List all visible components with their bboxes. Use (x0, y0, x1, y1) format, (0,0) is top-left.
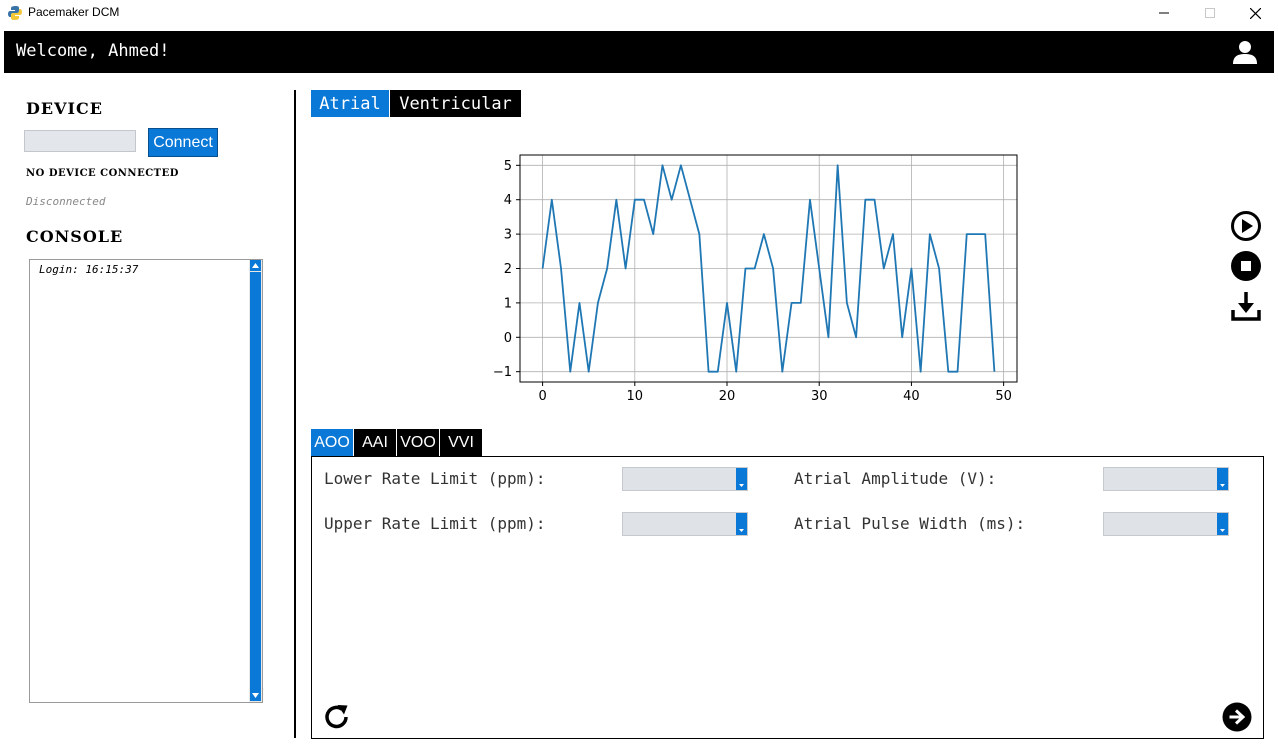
minimize-icon (1159, 12, 1169, 14)
window-titlebar: Pacemaker DCM (0, 0, 1278, 26)
y-tick-label: 1 (504, 296, 512, 311)
console-log[interactable] (29, 259, 263, 703)
y-tick-label: −1 (493, 365, 512, 380)
maximize-button[interactable] (1187, 0, 1233, 26)
x-tick-label: 30 (811, 389, 828, 404)
y-tick-label: 2 (504, 262, 512, 277)
x-tick-label: 0 (538, 389, 546, 404)
maximize-icon (1205, 8, 1215, 18)
chevron-down-icon (252, 693, 259, 698)
connection-status: Disconnected (26, 195, 106, 208)
chevron-up-icon (252, 263, 259, 268)
parameters-panel (311, 456, 1264, 739)
tab-aai[interactable]: AAI (354, 429, 396, 456)
atrial-pulse-width-label: Atrial Pulse Width (ms): (794, 514, 1026, 533)
scrollbar-thumb[interactable] (250, 272, 261, 690)
refresh-icon[interactable] (322, 702, 352, 732)
scroll-up-button[interactable] (250, 260, 261, 271)
lower-rate-label: Lower Rate Limit (ppm): (324, 469, 546, 488)
close-button[interactable] (1232, 0, 1278, 26)
atrial-pulse-width-select[interactable] (1103, 512, 1229, 536)
chevron-down-icon (1220, 484, 1225, 487)
chevron-down-icon (1220, 529, 1225, 532)
user-icon[interactable] (1232, 39, 1258, 65)
x-tick-label: 10 (627, 389, 644, 404)
console-line: Login: 16:15:37 (39, 263, 139, 276)
atrial-amplitude-select[interactable] (1103, 467, 1229, 491)
download-icon[interactable] (1230, 290, 1262, 322)
y-tick-label: 4 (504, 193, 512, 208)
lower-rate-select[interactable] (622, 467, 748, 491)
tab-ventricular[interactable]: Ventricular (390, 90, 521, 117)
console-title: CONSOLE (26, 227, 124, 246)
dropdown-button[interactable] (1217, 468, 1228, 490)
minimize-button[interactable] (1141, 0, 1187, 26)
arrow-right-icon[interactable] (1222, 702, 1252, 732)
tab-voo[interactable]: VOO (397, 429, 439, 456)
x-tick-label: 40 (903, 389, 920, 404)
atrial-amplitude-label: Atrial Amplitude (V): (794, 469, 997, 488)
upper-rate-select[interactable] (622, 512, 748, 536)
egram-chart: 0 10 20 30 40 50 −1 0 1 2 3 4 5 (493, 154, 1018, 404)
dropdown-button[interactable] (1217, 513, 1228, 535)
tab-aoo[interactable]: AOO (311, 429, 353, 456)
y-tick-label: 3 (504, 228, 512, 243)
connect-button[interactable]: Connect (148, 128, 218, 157)
header-bar: Welcome, Ahmed! (4, 31, 1274, 73)
y-tick-label: 5 (504, 159, 512, 174)
x-tick-label: 50 (995, 389, 1012, 404)
play-icon[interactable] (1230, 210, 1262, 242)
chevron-down-icon (739, 529, 744, 532)
python-icon (8, 6, 22, 20)
y-tick-label: 0 (504, 331, 512, 346)
tab-atrial[interactable]: Atrial (311, 90, 389, 117)
x-tick-label: 20 (719, 389, 736, 404)
port-input[interactable] (24, 130, 136, 152)
close-icon (1249, 7, 1261, 19)
welcome-text: Welcome, Ahmed! (16, 41, 170, 61)
panel-divider (294, 90, 296, 738)
window-title: Pacemaker DCM (28, 5, 120, 19)
dropdown-button[interactable] (736, 468, 747, 490)
stop-icon[interactable] (1230, 250, 1262, 282)
scroll-down-button[interactable] (250, 690, 261, 701)
tab-vvi[interactable]: VVI (440, 429, 482, 456)
device-title: DEVICE (26, 99, 103, 118)
device-status: NO DEVICE CONNECTED (26, 168, 179, 179)
dropdown-button[interactable] (736, 513, 747, 535)
upper-rate-label: Upper Rate Limit (ppm): (324, 514, 546, 533)
chevron-down-icon (739, 484, 744, 487)
